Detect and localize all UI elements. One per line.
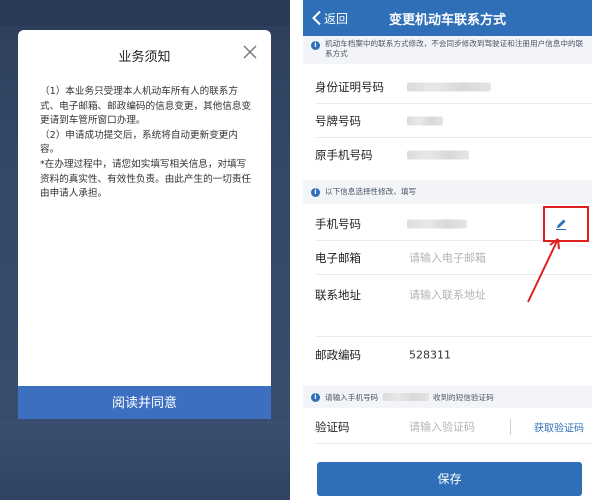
sms-notice-suffix: 收到的短信验证码 <box>433 393 494 402</box>
sms-notice-prefix: 请输入手机号码 <box>325 393 379 402</box>
modal-body: （1）本业务只受理本人机动车所有人的联系方式、电子邮箱、邮政编码的信息变更，其他… <box>40 85 252 202</box>
nav-bar: 返回 变更机动车联系方式 <box>303 0 592 36</box>
notice-text: 以下信息选择性修改、填写 <box>325 187 417 196</box>
row-label: 联系地址 <box>315 288 361 302</box>
info-icon: i <box>311 188 320 197</box>
postcode-value[interactable]: 528311 <box>409 349 451 362</box>
notice-bar: i 以下信息选择性修改、填写 <box>303 180 592 204</box>
info-icon: i <box>311 393 320 402</box>
pencil-icon[interactable] <box>554 217 568 231</box>
close-icon[interactable] <box>241 43 259 61</box>
agree-button[interactable]: 阅读并同意 <box>18 386 271 419</box>
divider <box>510 419 511 435</box>
row-label: 验证码 <box>315 420 350 434</box>
info-icon: i <box>311 41 320 50</box>
notice-text: 机动车档案中的联系方式修改，不会同步修改到驾驶证和注册用户信息中的联系方式 <box>325 39 584 58</box>
divider <box>315 336 592 337</box>
row-label: 身份证明号码 <box>315 80 384 94</box>
masked-value <box>407 150 469 160</box>
page-title: 变更机动车联系方式 <box>388 13 506 28</box>
save-button[interactable]: 保存 <box>317 462 582 496</box>
get-code-button[interactable]: 获取验证码 <box>534 420 584 435</box>
modal-paragraph: *在办理过程中，请您如实填写相关信息，对填写资料的真实性、有效性负责。由此产生的… <box>40 158 252 200</box>
sms-notice-bar: i 请输入手机号码 收到的短信验证码 <box>303 386 592 408</box>
modal-title: 业务须知 <box>118 50 171 65</box>
left-phone-screen: 业务须知 （1）本业务只受理本人机动车所有人的联系方式、电子邮箱、邮政编码的信息… <box>0 0 290 500</box>
status-bar <box>0 0 290 26</box>
row-label: 电子邮箱 <box>315 251 361 265</box>
verification-code-input[interactable] <box>409 420 504 434</box>
backdrop <box>0 420 290 500</box>
verification-code-row: 验证码 获取验证码 <box>303 410 592 444</box>
row-label: 原手机号码 <box>315 148 373 162</box>
notice-bar: i 机动车档案中的联系方式修改，不会同步修改到驾驶证和注册用户信息中的联系方式 <box>303 36 592 64</box>
row-label: 号牌号码 <box>315 114 361 128</box>
masked-value <box>407 82 491 92</box>
postcode-row: 邮政编码 528311 <box>303 338 592 372</box>
row-label: 邮政编码 <box>315 348 361 362</box>
plate-number-row: 号牌号码 <box>303 104 592 138</box>
modal-paragraph: （2）申请成功提交后，系统将自动更新变更内容。 <box>40 129 238 156</box>
annotation-arrow <box>527 238 560 303</box>
modal-paragraph: （1）本业务只受理本人机动车所有人的联系方式、电子邮箱、邮政编码的信息变更，其他… <box>40 86 252 127</box>
row-label: 手机号码 <box>315 217 361 231</box>
notice-modal: 业务须知 （1）本业务只受理本人机动车所有人的联系方式、电子邮箱、邮政编码的信息… <box>18 30 271 418</box>
right-phone-screen: 返回 变更机动车联系方式 i 机动车档案中的联系方式修改，不会同步修改到驾驶证和… <box>303 0 592 500</box>
masked-value <box>382 393 429 401</box>
masked-value <box>407 116 443 126</box>
id-number-row: 身份证明号码 <box>303 70 592 104</box>
phone-field[interactable] <box>407 219 467 229</box>
old-phone-row: 原手机号码 <box>303 138 592 172</box>
divider <box>315 443 592 444</box>
